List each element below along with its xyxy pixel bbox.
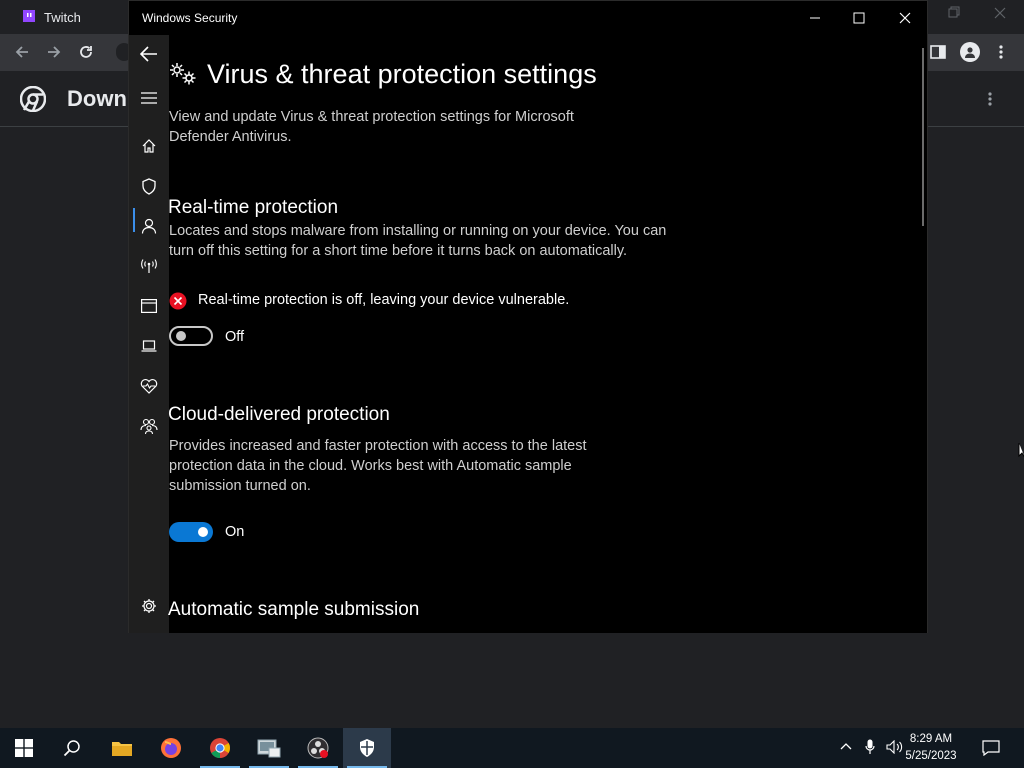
notification-icon[interactable] bbox=[982, 740, 1000, 756]
downloads-title: Downl bbox=[67, 86, 133, 111]
side-panel-icon[interactable] bbox=[930, 44, 946, 60]
chrome-tab-title: Twitch bbox=[44, 10, 81, 25]
toggle-knob bbox=[198, 527, 208, 537]
settings-main-panel: Virus & threat protection settings View … bbox=[168, 35, 927, 633]
chevron-up-icon[interactable] bbox=[840, 742, 852, 750]
reload-icon[interactable] bbox=[78, 44, 94, 60]
settings-icon[interactable] bbox=[139, 596, 159, 616]
health-icon[interactable] bbox=[139, 376, 159, 396]
maximize-icon[interactable] bbox=[853, 12, 865, 24]
menu-icon[interactable] bbox=[139, 88, 159, 108]
taskbar-clock[interactable]: 8:29 AM 5/25/2023 bbox=[896, 731, 966, 765]
chrome-menu-icon[interactable] bbox=[998, 44, 1004, 60]
chrome-restore-icon[interactable] bbox=[948, 6, 960, 18]
back-arrow-icon[interactable] bbox=[14, 44, 30, 60]
window-titlebar: Windows Security bbox=[129, 1, 927, 35]
page-description: View and update Virus & threat protectio… bbox=[169, 109, 574, 145]
active-indicator bbox=[133, 208, 135, 232]
clock-time: 8:29 AM bbox=[909, 733, 953, 745]
search-icon[interactable] bbox=[48, 728, 96, 768]
app-browser-icon[interactable] bbox=[139, 296, 159, 316]
system-app-icon[interactable] bbox=[245, 728, 293, 768]
chrome-close-icon[interactable] bbox=[994, 7, 1006, 19]
account-icon[interactable] bbox=[139, 216, 159, 236]
twitch-icon bbox=[22, 10, 36, 24]
windows-security-taskbar-icon[interactable] bbox=[343, 728, 391, 768]
realtime-protection-toggle[interactable] bbox=[169, 326, 213, 346]
profile-icon[interactable] bbox=[960, 42, 980, 62]
microphone-icon[interactable] bbox=[865, 739, 875, 755]
realtime-warning-text: Real-time protection is off, leaving you… bbox=[198, 292, 570, 308]
navigation-sidebar bbox=[129, 35, 169, 633]
downloads-more-icon[interactable] bbox=[987, 91, 993, 107]
back-icon[interactable] bbox=[139, 44, 159, 64]
firefox-icon[interactable] bbox=[147, 728, 195, 768]
gears-icon bbox=[169, 62, 197, 86]
taskbar bbox=[0, 728, 1024, 768]
shield-icon[interactable] bbox=[139, 176, 159, 196]
error-icon bbox=[169, 292, 187, 310]
device-icon[interactable] bbox=[139, 336, 159, 356]
obs-icon[interactable] bbox=[294, 728, 342, 768]
page-title: Virus & threat protection settings bbox=[207, 59, 597, 89]
chrome-logo-icon bbox=[20, 86, 46, 112]
window-title: Windows Security bbox=[142, 11, 238, 25]
realtime-toggle-label: Off bbox=[225, 329, 245, 345]
cloud-toggle-label: On bbox=[225, 524, 245, 540]
start-windows-icon[interactable] bbox=[0, 728, 48, 768]
home-icon[interactable] bbox=[139, 136, 159, 156]
cloud-protection-title: Cloud-delivered protection bbox=[168, 404, 390, 425]
minimize-icon[interactable] bbox=[809, 12, 821, 24]
sample-submission-title: Automatic sample submission bbox=[168, 599, 420, 620]
network-icon[interactable] bbox=[139, 256, 159, 276]
mouse-cursor-icon bbox=[1018, 442, 1024, 458]
cloud-protection-toggle[interactable] bbox=[169, 522, 213, 542]
windows-security-window: Windows Security Virus & threat protecti… bbox=[128, 0, 928, 633]
realtime-protection-title: Real-time protection bbox=[168, 197, 339, 218]
realtime-protection-description: Locates and stops malware from installin… bbox=[169, 223, 667, 259]
toggle-knob bbox=[176, 331, 186, 341]
file-explorer-icon[interactable] bbox=[98, 728, 146, 768]
close-icon[interactable] bbox=[899, 12, 911, 24]
forward-arrow-icon[interactable] bbox=[46, 44, 62, 60]
scrollbar-thumb[interactable] bbox=[922, 48, 924, 226]
cloud-protection-description: Provides increased and faster protection… bbox=[169, 438, 587, 494]
family-icon[interactable] bbox=[139, 416, 159, 436]
clock-date: 5/25/2023 bbox=[905, 750, 957, 762]
chrome-taskbar-icon[interactable] bbox=[196, 728, 244, 768]
